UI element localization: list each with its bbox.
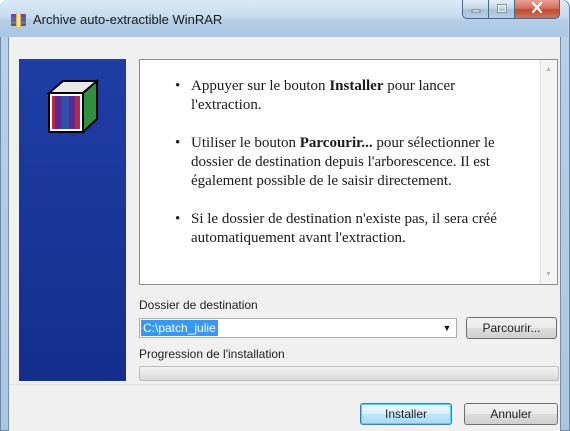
cancel-button[interactable]: Annuler <box>464 403 558 425</box>
instruction-item: • Appuyer sur le bouton Installer pour la… <box>171 77 526 115</box>
destination-value[interactable]: C:\patch_julie <box>141 320 218 336</box>
scroll-up-arrow-icon[interactable]: ▲ <box>545 66 552 73</box>
instructions-panel: • Appuyer sur le bouton Installer pour la… <box>139 59 558 285</box>
instructions-scrollbar[interactable]: ▲ ▼ <box>540 60 557 284</box>
destination-label: Dossier de destination <box>139 298 258 312</box>
maximize-button[interactable] <box>489 0 515 19</box>
instruction-text: Appuyer sur le bouton <box>191 78 330 94</box>
instructions-list: • Appuyer sur le bouton Installer pour la… <box>171 77 526 267</box>
minimize-icon <box>471 0 481 18</box>
window-controls <box>462 0 560 20</box>
browse-button[interactable]: Parcourir... <box>466 317 557 339</box>
scroll-down-arrow-icon[interactable]: ▼ <box>545 271 552 278</box>
title-bar[interactable]: Archive auto-extractible WinRAR <box>0 0 568 37</box>
instruction-text: Si le dossier de destination n'existe pa… <box>191 211 497 246</box>
maximize-icon <box>496 0 507 18</box>
instruction-item: • Si le dossier de destination n'existe p… <box>171 210 526 248</box>
install-progress-bar <box>139 366 559 381</box>
dropdown-arrow-icon[interactable]: ▼ <box>440 321 454 335</box>
install-button[interactable]: Installer <box>360 403 452 425</box>
bullet: • <box>175 135 181 151</box>
destination-combobox[interactable]: C:\patch_julie ▼ <box>139 318 457 338</box>
close-icon <box>531 0 543 18</box>
progress-label: Progression de l'installation <box>139 347 285 361</box>
window-title: Archive auto-extractible WinRAR <box>33 12 223 27</box>
instruction-bold: Parcourir... <box>299 135 373 151</box>
minimize-button[interactable] <box>462 0 489 19</box>
instruction-item: • Utiliser le bouton Parcourir... pour sé… <box>171 134 526 191</box>
instruction-bold: Installer <box>329 78 384 94</box>
close-button[interactable] <box>515 0 560 19</box>
footer-divider <box>9 384 560 385</box>
bullet: • <box>175 78 181 94</box>
winrar-logo-icon <box>46 78 100 135</box>
bullet: • <box>175 211 181 227</box>
winrar-icon <box>10 12 27 28</box>
instruction-text: Utiliser le bouton <box>191 135 300 151</box>
